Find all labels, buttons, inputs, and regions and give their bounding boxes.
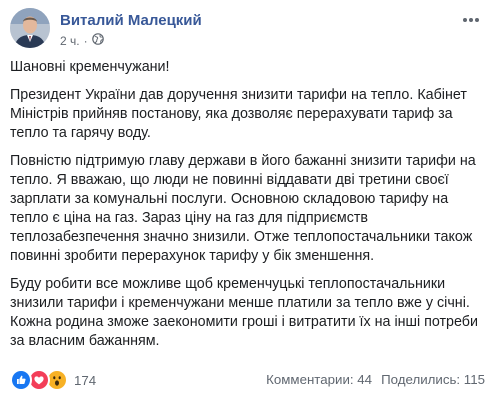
post-paragraph: Буду робити все можливе щоб кременчуцькі…	[10, 276, 478, 349]
comments-count-link[interactable]: Комментарии: 44	[266, 372, 372, 387]
meta-separator: ·	[83, 33, 88, 48]
post-time[interactable]: 2 ч.	[60, 34, 80, 48]
globe-icon	[91, 33, 104, 48]
like-icon	[10, 369, 32, 391]
post-body: Шановні кременчужани! Президент України …	[10, 58, 490, 360]
post-meta: 2 ч. ·	[60, 33, 104, 48]
facebook-post: Виталий Малецкий 2 ч. · Шановні кременчу	[0, 0, 497, 400]
author-name[interactable]: Виталий Малецкий	[60, 12, 202, 29]
reaction-count: 174	[74, 372, 97, 388]
post-paragraph: Президент України дав доручення знизити …	[10, 87, 467, 141]
post-header: Виталий Малецкий 2 ч. ·	[10, 8, 487, 50]
shares-count-link[interactable]: Поделились: 115	[381, 372, 485, 387]
post-stats: Комментарии: 44 Поделились: 115	[266, 372, 485, 387]
reactions-summary[interactable]: 174	[10, 369, 96, 391]
post-paragraph: Шановні кременчужани!	[10, 59, 170, 75]
post-footer: 174 Комментарии: 44 Поделились: 115	[0, 367, 497, 393]
avatar[interactable]	[10, 8, 50, 48]
post-paragraph: Повністю підтримую главу держави в його …	[10, 153, 476, 264]
ellipsis-icon[interactable]	[459, 10, 483, 30]
